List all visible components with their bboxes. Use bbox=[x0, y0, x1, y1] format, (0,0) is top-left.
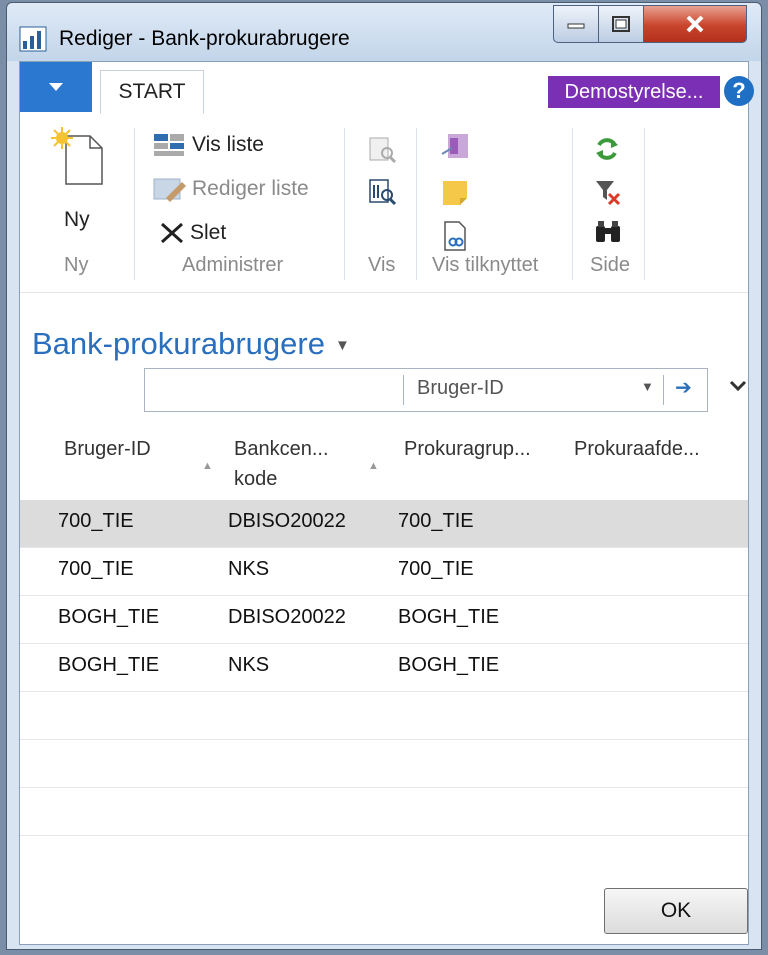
maximize-button[interactable] bbox=[598, 5, 644, 43]
refresh-icon[interactable] bbox=[594, 136, 620, 162]
slet-button[interactable]: Slet bbox=[158, 220, 226, 246]
group-divider bbox=[344, 128, 345, 280]
cell-bankcenter: DBISO20022 bbox=[228, 606, 346, 628]
page-title-text: Bank-prokurabrugere bbox=[32, 326, 325, 361]
minimize-button[interactable] bbox=[553, 5, 599, 43]
new-button[interactable]: Ny bbox=[40, 126, 104, 246]
cell-bruger-id: 700_TIE bbox=[58, 558, 134, 580]
new-document-icon bbox=[51, 127, 103, 185]
rediger-liste-button[interactable]: Rediger liste bbox=[152, 176, 309, 202]
delete-icon bbox=[160, 222, 184, 244]
dialog-window: Rediger - Bank-prokurabrugere START Demo… bbox=[6, 2, 762, 950]
group-divider bbox=[134, 128, 135, 280]
table-row[interactable]: 700_TIE DBISO20022 700_TIE bbox=[20, 500, 748, 548]
group-divider bbox=[644, 128, 645, 280]
column-header-bankcenter-line1: Bankcen... bbox=[234, 438, 329, 460]
cell-prokuragruppe: 700_TIE bbox=[398, 558, 474, 580]
column-header-prokuraafdeling[interactable]: Prokuraafde... bbox=[574, 434, 700, 464]
cell-bankcenter: NKS bbox=[228, 558, 270, 580]
preview-icon[interactable] bbox=[368, 136, 398, 164]
filter-input[interactable] bbox=[149, 373, 401, 409]
slet-label: Slet bbox=[190, 221, 227, 244]
onenote-icon[interactable] bbox=[440, 132, 470, 162]
ribbon: Ny Vis liste Rediger liste Slet Ny Admin… bbox=[20, 114, 748, 293]
cell-prokuragruppe: 700_TIE bbox=[398, 510, 474, 532]
sort-indicator-icon: ▲ bbox=[368, 460, 379, 472]
rediger-liste-label: Rediger liste bbox=[192, 177, 309, 200]
group-divider bbox=[416, 128, 417, 280]
cell-bankcenter: NKS bbox=[228, 654, 270, 676]
cell-prokuragruppe: BOGH_TIE bbox=[398, 606, 500, 628]
cell-bankcenter: DBISO20022 bbox=[228, 510, 346, 532]
title-bar[interactable]: Rediger - Bank-prokurabrugere bbox=[7, 3, 761, 61]
ok-button[interactable]: OK bbox=[604, 888, 748, 934]
group-label-side: Side bbox=[590, 254, 631, 276]
find-binoculars-icon[interactable] bbox=[594, 220, 622, 244]
sort-indicator-icon: ▲ bbox=[202, 460, 213, 472]
page-title[interactable]: Bank-prokurabrugere ▼ bbox=[32, 326, 350, 362]
close-button[interactable] bbox=[643, 5, 747, 43]
new-button-label: Ny bbox=[64, 208, 90, 231]
app-icon bbox=[19, 26, 47, 52]
column-header-bankcenter[interactable]: Bankcen... kode bbox=[234, 434, 329, 494]
vis-liste-label: Vis liste bbox=[192, 133, 264, 156]
list-view-icon bbox=[154, 134, 184, 156]
filter-dropdown-icon[interactable]: ▼ bbox=[641, 379, 654, 394]
filter-separator bbox=[663, 375, 664, 405]
group-label-vis-tilknyttet: Vis tilknyttet bbox=[432, 254, 539, 276]
window-title: Rediger - Bank-prokurabrugere bbox=[59, 27, 350, 50]
minimize-icon bbox=[567, 23, 585, 29]
close-icon bbox=[686, 15, 704, 33]
clear-filter-icon[interactable] bbox=[594, 178, 622, 206]
column-header-prokuragruppe[interactable]: Prokuragrup... bbox=[404, 434, 531, 464]
group-label-administrer: Administrer bbox=[182, 254, 284, 276]
links-icon[interactable] bbox=[440, 220, 470, 252]
dialog-content: START Demostyrelse... ? Ny Vis liste Red… bbox=[19, 61, 754, 945]
empty-table-row[interactable] bbox=[20, 740, 748, 788]
tab-start[interactable]: START bbox=[100, 70, 204, 114]
cell-prokuragruppe: BOGH_TIE bbox=[398, 654, 500, 676]
title-dropdown-icon: ▼ bbox=[334, 337, 350, 355]
table-row[interactable]: 700_TIE NKS 700_TIE bbox=[20, 548, 748, 596]
empty-table-row[interactable] bbox=[20, 692, 748, 740]
table-row[interactable]: BOGH_TIE NKS BOGH_TIE bbox=[20, 644, 748, 692]
cell-bruger-id: BOGH_TIE bbox=[58, 654, 160, 676]
group-label-vis: Vis bbox=[368, 254, 396, 276]
help-icon[interactable]: ? bbox=[724, 76, 754, 106]
ribbon-tab-row: START Demostyrelse... ? bbox=[20, 62, 754, 115]
view-details-icon[interactable] bbox=[368, 178, 398, 206]
cell-bruger-id: BOGH_TIE bbox=[58, 606, 160, 628]
edit-list-icon bbox=[153, 178, 186, 202]
column-header-bruger-id[interactable]: Bruger-ID bbox=[64, 434, 151, 464]
filter-field-select[interactable]: Bruger-ID bbox=[417, 377, 504, 400]
group-divider bbox=[572, 128, 573, 280]
notes-icon[interactable] bbox=[440, 178, 470, 208]
app-menu-button[interactable] bbox=[20, 62, 92, 112]
column-header-bankcenter-line2: kode bbox=[234, 468, 278, 490]
caret-down-icon bbox=[49, 83, 63, 91]
group-label-ny: Ny bbox=[64, 254, 89, 276]
apply-filter-arrow-icon[interactable]: ➔ bbox=[675, 375, 692, 400]
filter-separator bbox=[403, 375, 404, 405]
empty-table-row[interactable] bbox=[20, 788, 748, 836]
company-badge[interactable]: Demostyrelse... bbox=[548, 76, 720, 108]
table-row[interactable]: BOGH_TIE DBISO20022 BOGH_TIE bbox=[20, 596, 748, 644]
expand-chevron-icon[interactable] bbox=[728, 378, 748, 392]
vis-liste-button[interactable]: Vis liste bbox=[152, 132, 264, 158]
maximize-icon bbox=[612, 16, 630, 32]
filter-bar: Bruger-ID ▼ ➔ bbox=[144, 368, 708, 412]
cell-bruger-id: 700_TIE bbox=[58, 510, 134, 532]
